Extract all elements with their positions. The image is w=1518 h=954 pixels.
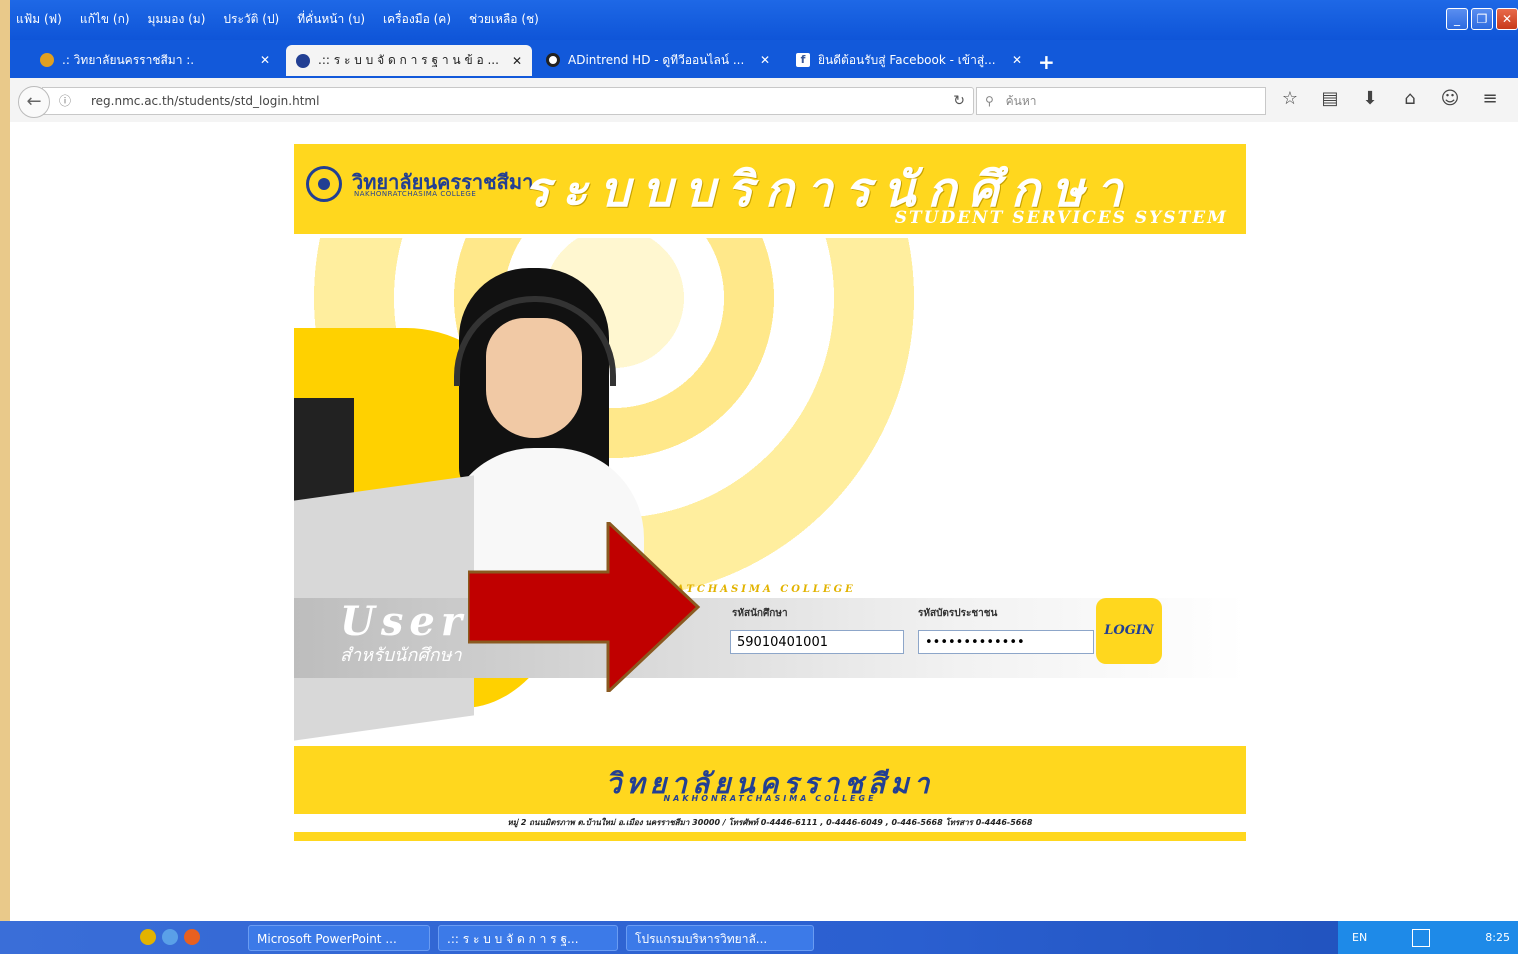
language-indicator[interactable]: EN <box>1352 931 1367 944</box>
college-favicon-icon <box>296 53 310 68</box>
menu-file[interactable]: แฟ้ม (ฟ) <box>16 10 62 29</box>
url-text: reg.nmc.ac.th/students/std_login.html <box>91 94 320 108</box>
menu-bar: แฟ้ม (ฟ) แก้ไข (ก) มุมมอง (ม) ประวัติ (ป… <box>10 0 1518 40</box>
tab-college[interactable]: .: วิทยาลัยนครราชสีมา :. ✕ <box>30 47 280 73</box>
minimize-button[interactable]: _ <box>1446 8 1468 30</box>
college-logo-icon <box>306 166 342 202</box>
menu-tools[interactable]: เครื่องมือ (ค) <box>383 10 451 29</box>
user-subheading: สำหรับนักศึกษา <box>340 645 462 666</box>
citizen-id-input[interactable] <box>918 630 1094 654</box>
menu-bookmarks[interactable]: ที่คั่นหน้า (บ) <box>297 10 365 29</box>
taskbar: Microsoft PowerPoint ... .:: ร ะ บ บ จั … <box>0 921 1518 954</box>
tab-facebook[interactable]: f ยินดีต้อนรับสู่ Facebook - เข้าสู่... … <box>786 47 1032 73</box>
back-button[interactable]: ← <box>18 86 50 118</box>
close-icon[interactable]: ✕ <box>760 53 770 67</box>
site-footer: วิทยาลัยนครราชสีมา NAKHONRATCHASIMA COLL… <box>294 746 1246 841</box>
close-icon[interactable]: ✕ <box>1012 53 1022 67</box>
tab-title: ADintrend HD - ดูทีวีออนไลน์ ... <box>568 52 745 67</box>
footer-college-en: NAKHONRATCHASIMA COLLEGE <box>663 794 877 803</box>
footer-address: หมู่ 2 ถนนมิตรภาพ ต.บ้านใหม่ อ.เมือง นคร… <box>294 814 1246 832</box>
ie-icon[interactable] <box>162 929 178 945</box>
back-arrow-icon: ← <box>26 91 42 112</box>
login-button[interactable]: LOGIN <box>1096 598 1162 664</box>
home-icon[interactable]: ⌂ <box>1398 88 1422 109</box>
student-id-label: รหัสนักศึกษา <box>732 608 788 619</box>
site-banner: วิทยาลัยนครราชสีมา NAKHONRATCHASIMA COLL… <box>294 144 1246 260</box>
hero-area: NAKHONRATCHASIMA COLLEGE User สำหรับนักศ… <box>294 238 1246 746</box>
tab-adintrend[interactable]: ADintrend HD - ดูทีวีออนไลน์ ... ✕ <box>536 47 780 73</box>
search-icon: ⚲ <box>985 94 994 108</box>
tab-title: .: วิทยาลัยนครราชสีมา :. <box>62 52 195 67</box>
taskbar-college-program[interactable]: โปรแกรมบริหารวิทยาลั... <box>626 925 814 951</box>
menu-history[interactable]: ประวัติ (ป) <box>223 10 279 29</box>
taskbar-powerpoint[interactable]: Microsoft PowerPoint ... <box>248 925 430 951</box>
web-page: วิทยาลัยนครราชสีมา NAKHONRATCHASIMA COLL… <box>10 122 1518 921</box>
clock[interactable]: 8:25 <box>1485 931 1510 944</box>
chat-icon[interactable]: ☺ <box>1438 88 1462 109</box>
tab-title: ยินดีต้อนรับสู่ Facebook - เข้าสู่... <box>818 52 996 67</box>
reading-list-icon[interactable]: ▤ <box>1318 88 1342 109</box>
system-tray: EN 8:25 <box>1338 921 1518 954</box>
site-title-en: STUDENT SERVICES SYSTEM <box>894 208 1228 228</box>
reload-icon[interactable]: ↻ <box>953 88 965 114</box>
student-id-input[interactable] <box>730 630 904 654</box>
facebook-icon: f <box>796 53 810 67</box>
login-bar: NAKHONRATCHASIMA COLLEGE User สำหรับนักศ… <box>294 584 1246 678</box>
red-arrow <box>468 522 701 692</box>
restore-button[interactable]: ❐ <box>1471 8 1493 30</box>
divider <box>294 832 1246 841</box>
firefox-icon[interactable] <box>184 929 200 945</box>
menu-view[interactable]: มุมมอง (ม) <box>148 10 206 29</box>
search-input[interactable]: ⚲ ค้นหา <box>976 87 1266 115</box>
tab-title: .:: ร ะ บ บ จั ด ก า ร ฐ า น ข้ อ ... <box>318 53 499 67</box>
new-tab-button[interactable]: + <box>1038 50 1055 74</box>
bookmark-star-icon[interactable]: ☆ <box>1278 88 1302 109</box>
close-icon[interactable]: ✕ <box>260 53 270 67</box>
navigation-bar: ⓘ reg.nmc.ac.th/students/std_login.html … <box>10 78 1518 123</box>
search-placeholder: ค้นหา <box>1005 94 1037 108</box>
college-name-en: NAKHONRATCHASIMA COLLEGE <box>354 190 477 198</box>
chrome-icon[interactable] <box>140 929 156 945</box>
close-icon[interactable]: ✕ <box>512 54 522 68</box>
close-window-button[interactable]: ✕ <box>1496 8 1518 30</box>
user-heading: User <box>340 598 468 645</box>
college-favicon-icon <box>40 53 54 67</box>
adintrend-favicon-icon <box>546 53 560 67</box>
info-icon[interactable]: ⓘ <box>59 88 71 114</box>
menu-edit[interactable]: แก้ไข (ก) <box>80 10 130 29</box>
download-icon[interactable]: ⬇ <box>1358 88 1382 109</box>
tab-student-system[interactable]: .:: ร ะ บ บ จั ด ก า ร ฐ า น ข้ อ ... ✕ <box>286 45 532 76</box>
menu-help[interactable]: ช่วยเหลือ (ช) <box>469 10 539 29</box>
network-icon[interactable] <box>1412 929 1430 947</box>
citizen-id-label: รหัสบัตรประชาชน <box>918 608 998 619</box>
taskbar-firefox[interactable]: .:: ร ะ บ บ จั ด ก า ร ฐ... <box>438 925 618 951</box>
browser-window: แฟ้ม (ฟ) แก้ไข (ก) มุมมอง (ม) ประวัติ (ป… <box>10 0 1518 921</box>
menu-icon[interactable]: ≡ <box>1478 88 1502 109</box>
tab-bar: .: วิทยาลัยนครราชสีมา :. ✕ .:: ร ะ บ บ จ… <box>10 40 1518 78</box>
url-bar[interactable]: ⓘ reg.nmc.ac.th/students/std_login.html … <box>42 87 974 115</box>
